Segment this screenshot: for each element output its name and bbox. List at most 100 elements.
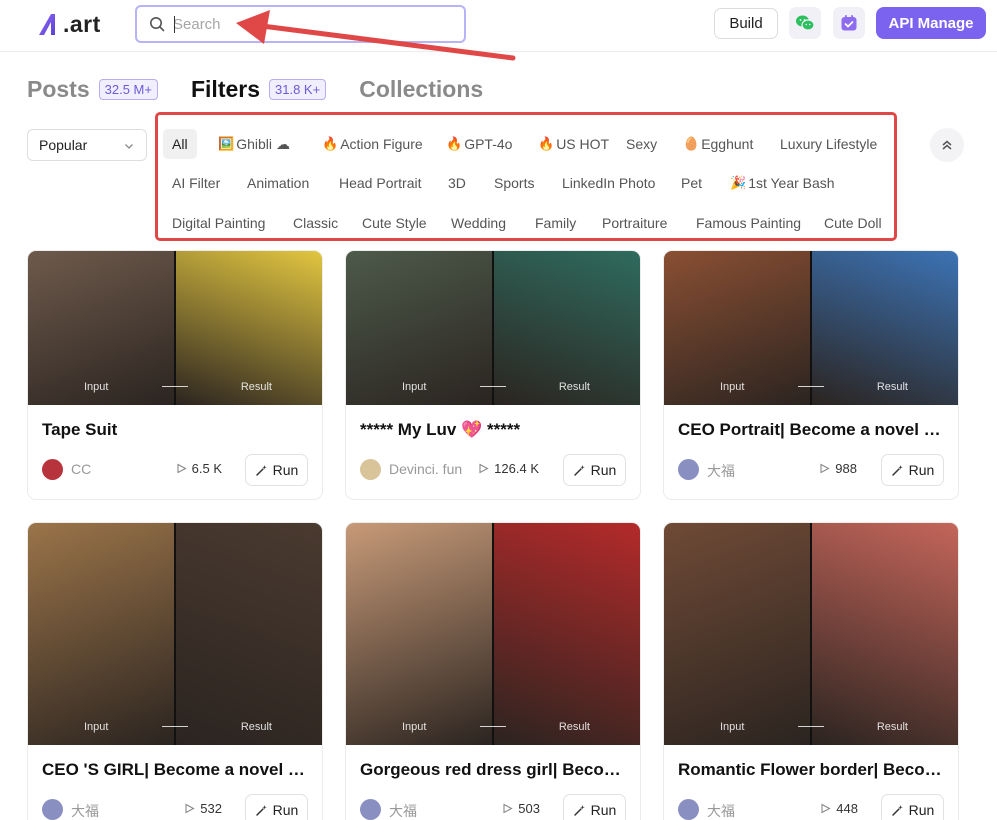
run-button[interactable]: Run bbox=[245, 454, 308, 486]
author-avatar[interactable] bbox=[360, 799, 381, 820]
card-preview-image[interactable]: Input Result bbox=[346, 523, 640, 745]
filter-chip-action-figure[interactable]: 🔥 Action Figure bbox=[313, 129, 432, 159]
filter-chip-cute-doll[interactable]: Cute Doll bbox=[815, 208, 891, 238]
filter-chip-head-portrait[interactable]: Head Portrait bbox=[330, 168, 430, 198]
filter-chip-label: Cute Style bbox=[362, 215, 427, 231]
card-body: Romantic Flower border| Become a novel h… bbox=[664, 745, 958, 820]
sort-selected-value: Popular bbox=[39, 137, 88, 153]
card-title[interactable]: ***** My Luv 💖 ***** bbox=[360, 420, 626, 442]
image-divider bbox=[810, 523, 812, 745]
filter-chip-family[interactable]: Family bbox=[526, 208, 585, 238]
filter-chip-sports[interactable]: Sports bbox=[485, 168, 543, 198]
author-name[interactable]: 大福 bbox=[707, 461, 735, 481]
wechat-icon bbox=[796, 15, 815, 31]
filter-chip-digital-painting[interactable]: Digital Painting bbox=[163, 208, 274, 238]
filter-chip-label: Sports bbox=[494, 175, 535, 191]
filter-card[interactable]: Input Result CEO 'S GIRL| Become a novel… bbox=[27, 522, 323, 820]
filter-chip-1st-year-bash[interactable]: 🎉 1st Year Bash bbox=[721, 168, 844, 198]
author-avatar[interactable] bbox=[42, 459, 63, 480]
filter-chip-ai-filter[interactable]: AI Filter bbox=[163, 168, 229, 198]
result-image bbox=[493, 523, 640, 745]
filter-chip-label: 1st Year Bash bbox=[748, 175, 835, 191]
run-button[interactable]: Run bbox=[881, 454, 944, 486]
filter-chip-wedding[interactable]: Wedding bbox=[442, 208, 515, 238]
author-name[interactable]: 大福 bbox=[389, 801, 417, 820]
card-preview-image[interactable]: Input Result bbox=[28, 251, 322, 405]
author-avatar[interactable] bbox=[42, 799, 63, 820]
build-button[interactable]: Build bbox=[714, 8, 778, 39]
play-count-value: 988 bbox=[835, 461, 857, 476]
card-preview-image[interactable]: Input Result bbox=[664, 251, 958, 405]
card-preview-image[interactable]: Input Result bbox=[664, 523, 958, 745]
run-label: Run bbox=[590, 802, 617, 818]
run-button[interactable]: Run bbox=[563, 794, 626, 820]
filter-card[interactable]: Input Result Tape Suit CC 6.5 K Run bbox=[27, 250, 323, 500]
filter-chip-portraiture[interactable]: Portraiture bbox=[593, 208, 676, 238]
author-name[interactable]: 大福 bbox=[707, 801, 735, 820]
filter-chip-animation[interactable]: Animation bbox=[238, 168, 318, 198]
filter-chip-cute-style[interactable]: Cute Style bbox=[353, 208, 436, 238]
author-avatar[interactable] bbox=[678, 459, 699, 480]
card-title[interactable]: CEO 'S GIRL| Become a novel heroine bbox=[42, 760, 308, 782]
card-title[interactable]: Tape Suit bbox=[42, 420, 308, 442]
filter-chip-label: Portraiture bbox=[602, 215, 668, 231]
image-divider bbox=[492, 523, 494, 745]
tab-filters[interactable]: Filters 31.8 K+ bbox=[191, 76, 327, 103]
run-button[interactable]: Run bbox=[563, 454, 626, 486]
collapse-filters-button[interactable] bbox=[930, 128, 964, 162]
card-preview-image[interactable]: Input Result bbox=[28, 523, 322, 745]
card-title[interactable]: CEO Portrait| Become a novel protagonist bbox=[678, 420, 944, 442]
card-meta: 大福 988 Run bbox=[678, 454, 944, 486]
filter-chip-classic[interactable]: Classic bbox=[284, 208, 347, 238]
card-title[interactable]: Gorgeous red dress girl| Become a novel … bbox=[360, 760, 626, 782]
result-label: Result bbox=[240, 721, 272, 733]
top-header: .art Build API Manage bbox=[0, 0, 997, 52]
calendar-check-icon bbox=[841, 15, 857, 31]
filter-chip-pet[interactable]: Pet bbox=[672, 168, 711, 198]
filter-chip-egghunt[interactable]: 🥚 Egghunt bbox=[674, 129, 762, 159]
filter-chip-luxury-lifestyle[interactable]: Luxury Lifestyle bbox=[771, 129, 886, 159]
filter-chip-us-hot[interactable]: 🔥 US HOT bbox=[529, 129, 618, 159]
filter-chip-ghibli[interactable]: 🖼️ Ghibli ☁ bbox=[209, 129, 299, 159]
filter-chip-linkedin-photo[interactable]: LinkedIn Photo bbox=[553, 168, 664, 198]
filter-chip-label: Egghunt bbox=[701, 136, 754, 152]
run-button[interactable]: Run bbox=[881, 794, 944, 820]
card-body: ***** My Luv 💖 ***** Devinci. fun 126.4 … bbox=[346, 405, 640, 498]
filter-chip-3d[interactable]: 3D bbox=[439, 168, 475, 198]
filter-chip-sexy[interactable]: Sexy bbox=[617, 129, 666, 159]
filter-chip-label: LinkedIn Photo bbox=[562, 175, 656, 191]
play-count: 988 bbox=[819, 461, 857, 476]
author-avatar[interactable] bbox=[360, 459, 381, 480]
input-label: Input bbox=[402, 381, 427, 393]
search-input[interactable] bbox=[173, 15, 423, 33]
input-label: Input bbox=[720, 381, 745, 393]
wechat-button[interactable] bbox=[789, 7, 821, 39]
card-preview-image[interactable]: Input Result bbox=[346, 251, 640, 405]
arrow-right-icon bbox=[480, 726, 506, 727]
run-button[interactable]: Run bbox=[245, 794, 308, 820]
card-title[interactable]: Romantic Flower border| Become a novel h… bbox=[678, 760, 944, 782]
sort-select[interactable]: Popular bbox=[27, 129, 147, 161]
run-label: Run bbox=[272, 802, 299, 818]
author-name[interactable]: 大福 bbox=[71, 801, 99, 820]
author-name[interactable]: CC bbox=[71, 461, 91, 477]
filter-chip-famous-painting[interactable]: Famous Painting bbox=[687, 208, 810, 238]
filter-card[interactable]: Input Result CEO Portrait| Become a nove… bbox=[663, 250, 959, 500]
tab-posts[interactable]: Posts 32.5 M+ bbox=[27, 76, 158, 103]
author-avatar[interactable] bbox=[678, 799, 699, 820]
play-count-value: 126.4 K bbox=[494, 461, 539, 476]
author-name[interactable]: Devinci. fun bbox=[389, 461, 462, 477]
search-box[interactable] bbox=[135, 5, 466, 43]
filter-card[interactable]: Input Result Gorgeous red dress girl| Be… bbox=[345, 522, 641, 820]
filter-card[interactable]: Input Result ***** My Luv 💖 ***** Devinc… bbox=[345, 250, 641, 500]
filter-chip-gpt-4o[interactable]: 🔥 GPT-4o bbox=[437, 129, 521, 159]
calendar-button[interactable] bbox=[833, 7, 865, 39]
input-label: Input bbox=[402, 721, 427, 733]
site-logo[interactable]: .art bbox=[37, 9, 101, 39]
filter-chip-emoji: 🖼️ bbox=[218, 136, 235, 151]
filter-card[interactable]: Input Result Romantic Flower border| Bec… bbox=[663, 522, 959, 820]
api-manage-button[interactable]: API Manage bbox=[876, 7, 986, 39]
tab-collections[interactable]: Collections bbox=[359, 76, 483, 103]
card-meta: 大福 503 Run bbox=[360, 794, 626, 820]
filter-chip-all[interactable]: All bbox=[163, 129, 197, 159]
